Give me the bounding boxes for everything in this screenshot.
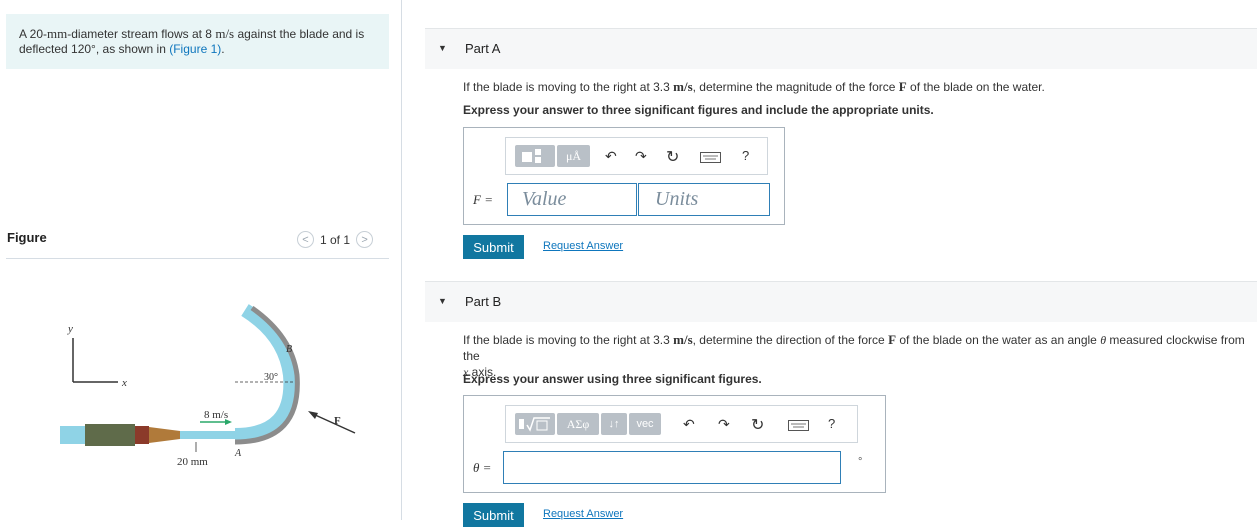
value-input[interactable]: Value: [507, 183, 637, 216]
problem-text: .: [221, 42, 225, 56]
question-unit: m/s: [673, 332, 693, 347]
help-button[interactable]: ?: [742, 148, 749, 163]
angle-input[interactable]: [503, 451, 841, 484]
question-text: If the blade is moving to the right at 3…: [463, 80, 674, 94]
collapse-icon[interactable]: ▼: [438, 296, 447, 306]
point-b-label: B: [286, 344, 292, 355]
undo-icon[interactable]: ↶: [605, 148, 617, 165]
figure-divider: [6, 258, 389, 259]
problem-text: -diameter stream flows at 8: [67, 27, 216, 41]
undo-icon[interactable]: ↶: [683, 416, 695, 433]
point-a-label: A: [234, 448, 242, 459]
units-input[interactable]: Units: [638, 183, 770, 216]
vector-button[interactable]: vec: [629, 413, 661, 435]
problem-text: A 20-: [19, 27, 48, 41]
figure-page-count: 1 of 1: [320, 232, 351, 247]
reset-icon[interactable]: ↻: [666, 147, 679, 167]
part-a-instruction: Express your answer to three significant…: [463, 103, 934, 117]
question-text: , determine the direction of the force: [692, 333, 889, 347]
part-b-title: Part B: [465, 294, 502, 309]
problem-text: against the blade and is: [234, 27, 365, 41]
part-b-request-answer-link[interactable]: Request Answer: [543, 508, 623, 520]
question-text: If the blade is moving to the right at 3…: [463, 333, 674, 347]
x-axis-label: x: [121, 377, 127, 389]
figure-pager: < 1 of 1 >: [297, 231, 374, 248]
force-symbol: F: [888, 332, 897, 347]
problem-unit-ms: m/s: [215, 26, 235, 41]
template-icon: [522, 149, 541, 163]
nozzle-coupling: [135, 426, 149, 444]
part-b-toolbar: ΑΣφ ↓↑ vec ↶ ↷ ↻ ?: [505, 405, 858, 443]
collapse-icon[interactable]: ▼: [438, 43, 447, 53]
angle-label: 30°: [264, 372, 278, 383]
panel-divider: [401, 0, 402, 520]
nozzle: [149, 427, 180, 443]
part-a-header[interactable]: ▼ Part A: [425, 28, 1257, 69]
part-b-header[interactable]: ▼ Part B: [425, 281, 1257, 322]
hose: [85, 424, 135, 446]
part-a-question: If the blade is moving to the right at 3…: [463, 79, 1045, 95]
problem-unit-mm: mm: [47, 26, 68, 41]
force-variable-label: F =: [473, 192, 493, 207]
template-button[interactable]: [515, 145, 555, 167]
template-button[interactable]: [515, 413, 555, 435]
degree-unit: °: [858, 456, 863, 468]
next-figure-button[interactable]: >: [356, 231, 374, 248]
force-arrowhead: [308, 411, 318, 419]
diameter-label: 20 mm: [177, 456, 208, 468]
y-axis-label: y: [67, 323, 73, 335]
part-a-submit-button[interactable]: Submit: [463, 235, 524, 259]
part-b-instruction: Express your answer using three signific…: [463, 372, 762, 386]
part-b-submit-button[interactable]: Submit: [463, 503, 524, 527]
part-b-answer-box: ΑΣφ ↓↑ vec ↶ ↷ ↻ ? θ = °: [463, 395, 886, 493]
part-a-title: Part A: [465, 41, 501, 56]
redo-icon[interactable]: ↷: [635, 148, 647, 165]
water-stream: [180, 431, 240, 439]
question-text: of the blade on the water.: [906, 80, 1045, 94]
units-button[interactable]: μÅ: [557, 145, 590, 167]
question-text: of the blade on the water as an angle: [896, 333, 1101, 347]
keyboard-icon[interactable]: [700, 152, 724, 164]
part-a-request-answer-link[interactable]: Request Answer: [543, 240, 623, 252]
part-a-toolbar: μÅ ↶ ↷ ↻ ?: [505, 137, 768, 175]
velocity-label: 8 m/s: [204, 409, 228, 421]
figure-title: Figure: [7, 230, 47, 245]
sqrt-template-icon: [519, 417, 550, 432]
redo-icon[interactable]: ↷: [718, 416, 730, 433]
greek-symbols-button[interactable]: ΑΣφ: [557, 413, 599, 435]
problem-statement: A 20-mm-diameter stream flows at 8 m/s a…: [6, 14, 389, 69]
water-on-blade: [234, 304, 298, 442]
theta-variable-label: θ =: [473, 460, 492, 475]
problem-text: deflected 120°, as shown in: [19, 42, 170, 56]
question-text: , determine the magnitude of the force: [692, 80, 899, 94]
subscript-superscript-button[interactable]: ↓↑: [601, 413, 627, 435]
figure-diagram: y x 8 m/s 30° B A F 20 mm: [60, 304, 356, 468]
help-button[interactable]: ?: [828, 416, 835, 431]
part-a-answer-box: μÅ ↶ ↷ ↻ ? F = Value Units: [463, 127, 785, 225]
figure-link[interactable]: (Figure 1): [169, 42, 221, 56]
prev-figure-button[interactable]: <: [297, 231, 314, 248]
keyboard-icon[interactable]: [788, 420, 812, 432]
reset-icon[interactable]: ↻: [751, 415, 764, 435]
question-unit: m/s: [673, 79, 693, 94]
force-label: F: [334, 415, 341, 427]
force-symbol: F: [898, 79, 907, 94]
